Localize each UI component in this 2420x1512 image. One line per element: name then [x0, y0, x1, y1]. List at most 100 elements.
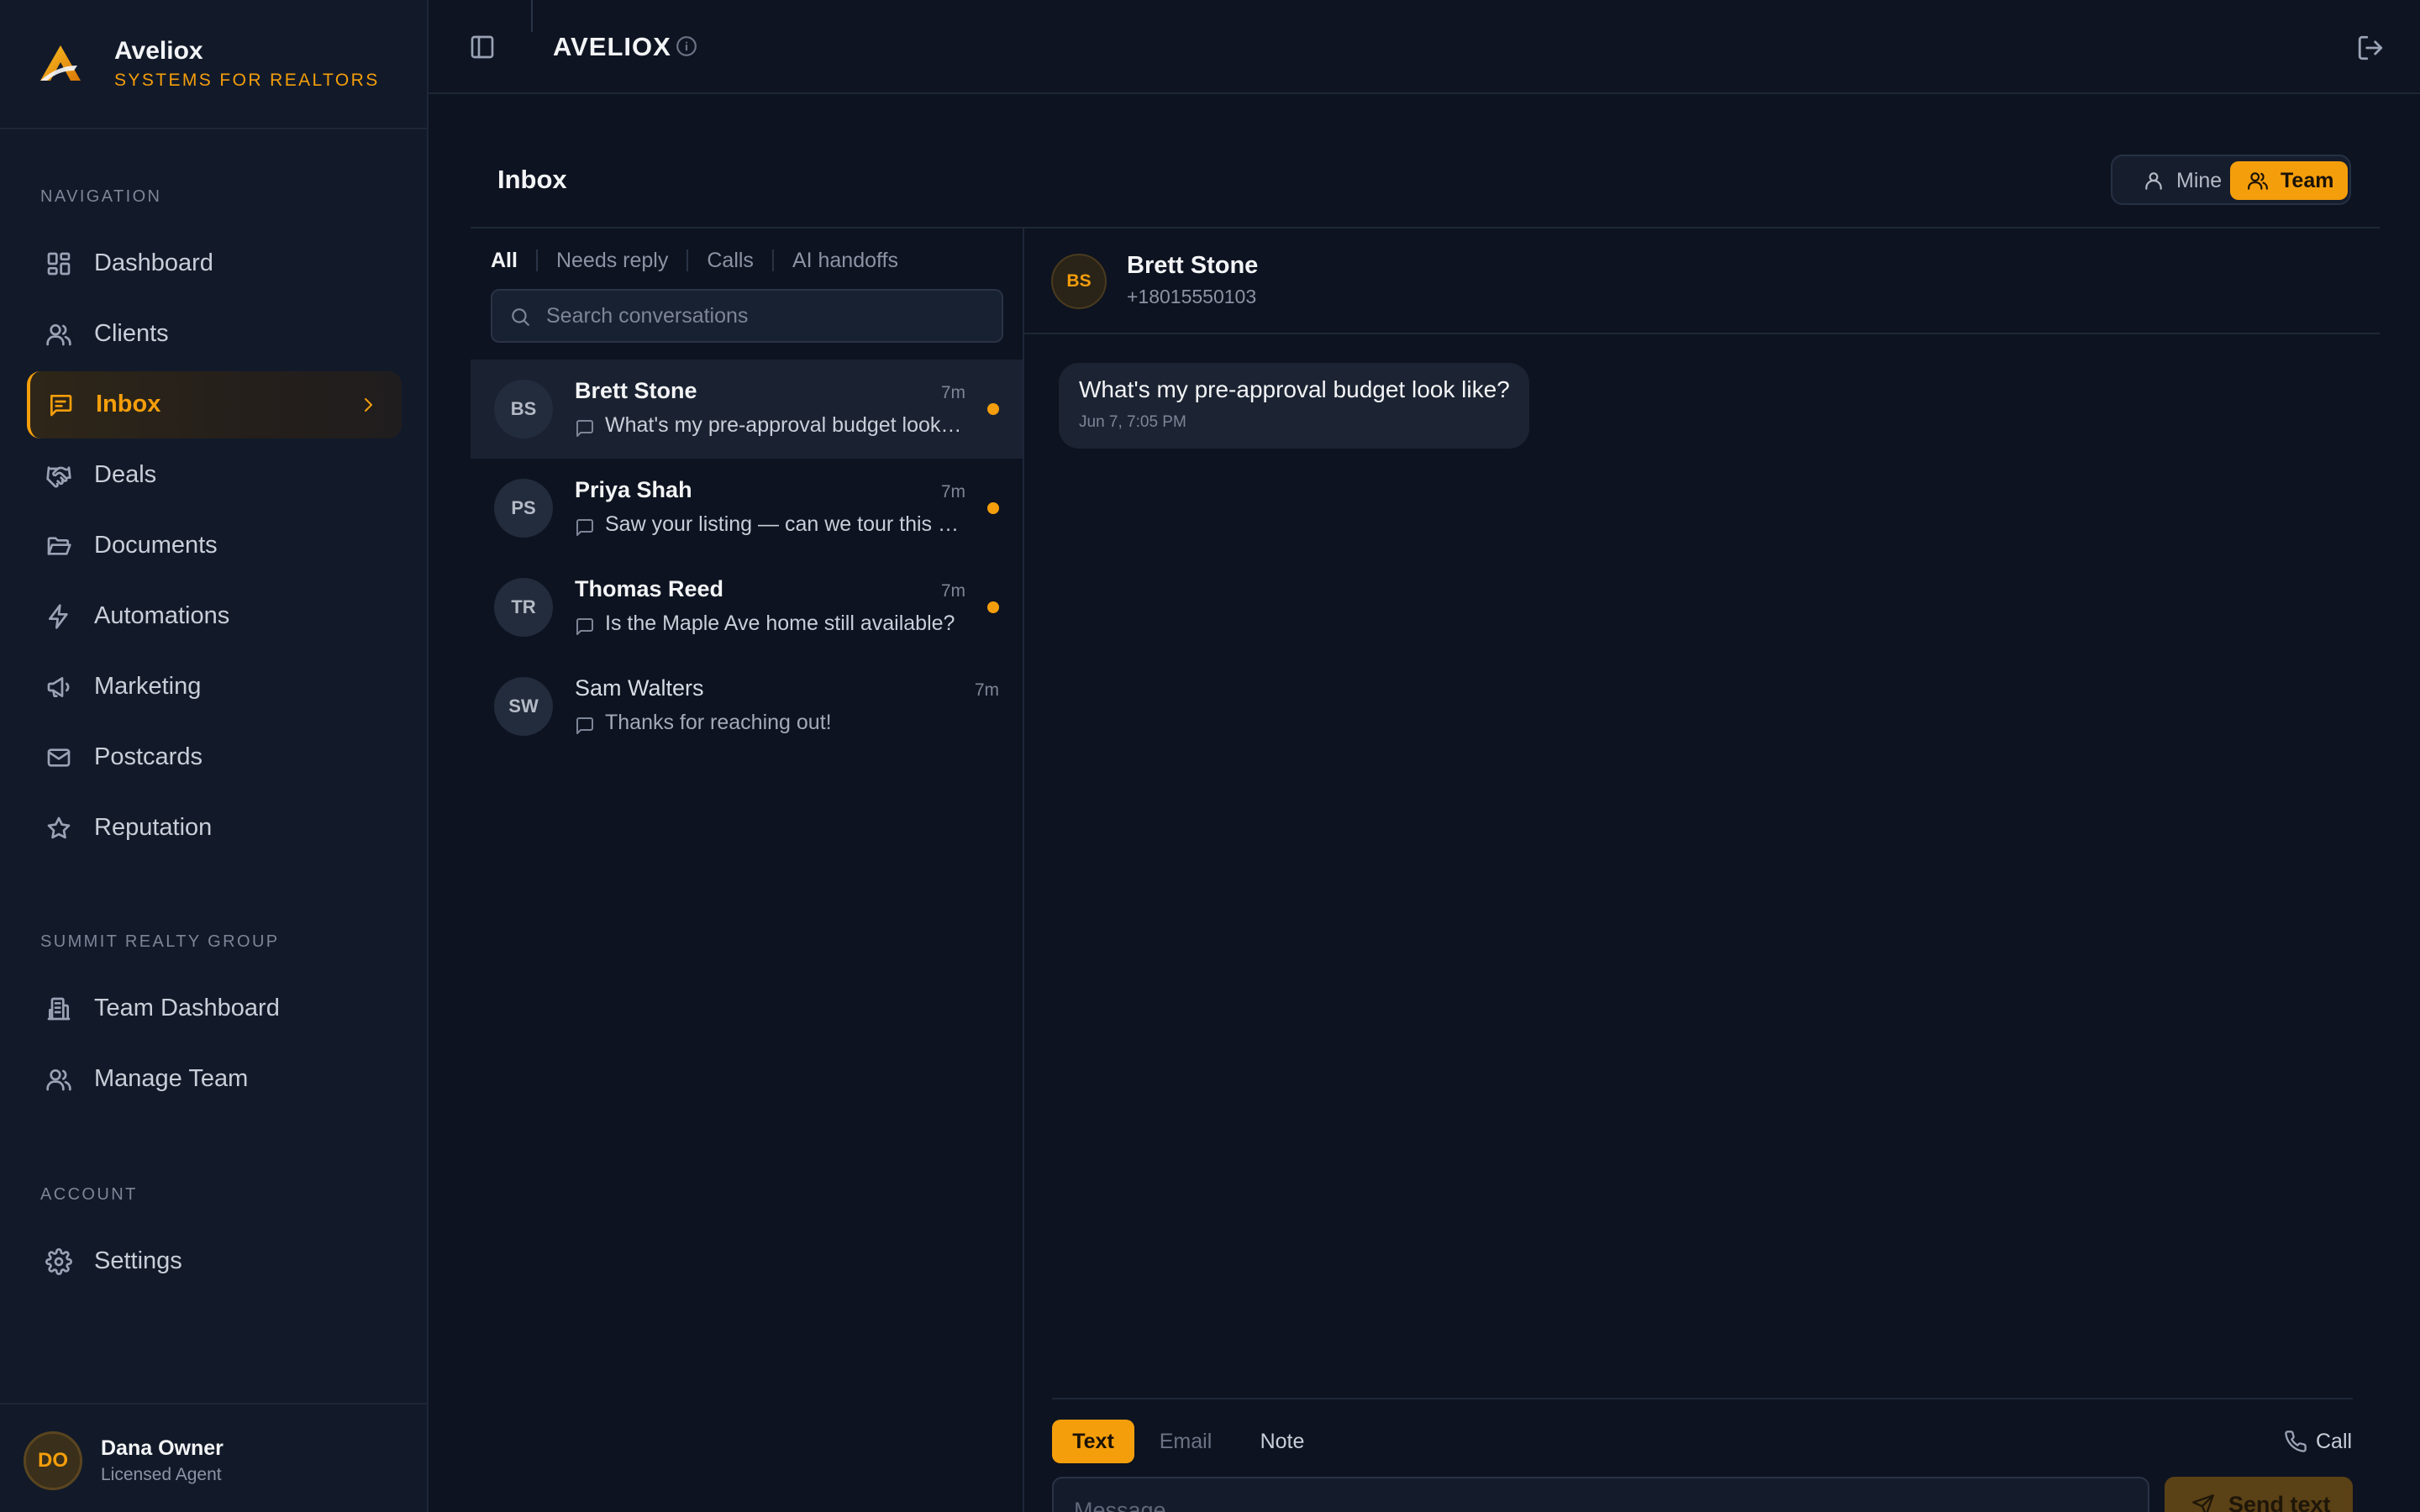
list-column-divider	[1023, 228, 1024, 1512]
conversation-item[interactable]: PS Priya Shah 7m Saw your listing — can …	[471, 459, 1023, 558]
scope-mine-label: Mine	[2176, 168, 2223, 192]
top-bar: AVELIOX	[429, 0, 2420, 94]
conversation-preview: Thanks for reaching out!	[605, 711, 832, 734]
avatar: SW	[494, 677, 553, 736]
scope-team-button[interactable]: Team	[2230, 161, 2348, 200]
zap-icon	[49, 604, 68, 629]
scope-toggle: Mine Team	[2111, 155, 2351, 205]
building-icon	[47, 997, 71, 1021]
sidebar-item-label: Marketing	[94, 673, 202, 700]
call-button[interactable]: Call	[2284, 1425, 2352, 1458]
section-label-team: SUMMIT REALTY GROUP	[40, 932, 280, 951]
message-box	[1052, 1477, 2149, 1512]
sidebar-item-clients[interactable]: Clients	[27, 301, 402, 368]
sidebar-item-label: Postcards	[94, 743, 203, 770]
sidebar-item-label: Team Dashboard	[94, 995, 280, 1021]
star-icon	[47, 816, 71, 839]
section-label-account: ACCOUNT	[40, 1185, 138, 1204]
megaphone-icon	[47, 677, 70, 697]
scope-team-label: Team	[2281, 168, 2334, 192]
sidebar-item-settings[interactable]: Settings	[27, 1228, 402, 1295]
brand-name: Aveliox	[114, 37, 203, 65]
users-icon	[46, 324, 71, 346]
mail-icon	[47, 748, 71, 767]
sidebar-item-inbox[interactable]: Inbox	[27, 371, 402, 438]
conversation-item[interactable]: BS Brett Stone 7m What's my pre-approval…	[471, 360, 1023, 459]
avatar: BS	[494, 380, 553, 438]
page-title: Inbox	[497, 165, 567, 194]
gear-icon	[45, 1248, 72, 1275]
sidebar-item-automations[interactable]: Automations	[27, 583, 402, 650]
message-text: What's my pre-approval budget look like?	[1079, 376, 1510, 402]
avatar: BS	[1051, 254, 1107, 309]
phone-icon	[2285, 1431, 2307, 1452]
conversation-preview: Saw your listing — can we tour this week…	[605, 512, 966, 536]
sidebar-item-reputation[interactable]: Reputation	[27, 795, 402, 862]
sidebar-item-label: Automations	[94, 602, 230, 629]
sidebar-item-documents[interactable]: Documents	[27, 512, 402, 580]
conversation-time: 7m	[974, 680, 999, 700]
sidebar-item-manage-team[interactable]: Manage Team	[27, 1046, 402, 1113]
send-text-label: Send text	[2228, 1492, 2331, 1512]
unread-indicator	[987, 403, 999, 415]
message-input[interactable]	[1074, 1494, 2116, 1512]
sidebar-item-label: Deals	[94, 461, 157, 488]
send-text-button[interactable]: Send text	[2165, 1477, 2353, 1512]
logout-icon[interactable]	[2356, 34, 2385, 62]
user-icon	[2145, 172, 2162, 190]
users-icon	[46, 1069, 71, 1091]
conversation-name: Brett Stone	[575, 378, 697, 403]
brand-tagline: SYSTEMS FOR REALTORS	[114, 71, 380, 90]
composer-tab-email[interactable]: Email	[1144, 1420, 1227, 1463]
message-square-icon	[576, 519, 593, 536]
filter-all[interactable]: All	[491, 249, 518, 273]
conversation-name: Sam Walters	[575, 675, 704, 701]
filter-separator	[687, 249, 689, 271]
filter-ai-handoffs[interactable]: AI handoffs	[792, 249, 898, 273]
sidebar-item-label: Dashboard	[94, 249, 213, 276]
sidebar-item-dashboard[interactable]: Dashboard	[27, 230, 402, 297]
top-divider	[531, 0, 533, 32]
composer-tab-note[interactable]: Note	[1240, 1420, 1324, 1463]
message-square-icon	[576, 618, 593, 635]
filter-separator	[771, 249, 774, 271]
sidebar-item-deals[interactable]: Deals	[27, 442, 402, 509]
info-icon[interactable]	[676, 35, 697, 57]
conversation-time: 7m	[940, 581, 965, 601]
unread-indicator	[987, 601, 999, 613]
message-square-icon	[576, 717, 593, 734]
user-name: Dana Owner	[101, 1436, 224, 1460]
conversation-name: Thomas Reed	[575, 576, 724, 601]
avatar: DO	[24, 1431, 82, 1490]
aveliox-logo-icon	[40, 45, 81, 81]
sidebar-item-label: Reputation	[94, 814, 213, 841]
sidebar-item-marketing[interactable]: Marketing	[27, 654, 402, 721]
grid-icon	[47, 252, 71, 276]
sidebar-item-postcards[interactable]: Postcards	[27, 724, 402, 791]
filter-needs-reply[interactable]: Needs reply	[556, 249, 668, 273]
users-icon	[2248, 172, 2268, 190]
message-timestamp: Jun 7, 7:05 PM	[1079, 413, 1186, 431]
handshake-icon	[46, 466, 71, 488]
sidebar-item-label: Clients	[94, 320, 169, 347]
conversation-preview: What's my pre-approval budget look like?	[605, 413, 966, 437]
conversation-item[interactable]: TR Thomas Reed 7m Is the Maple Ave home …	[471, 558, 1023, 657]
sidebar-item-label: Manage Team	[94, 1065, 249, 1092]
avatar: PS	[494, 479, 553, 538]
scope-mine-button[interactable]: Mine	[2121, 161, 2228, 200]
brand-header: Aveliox SYSTEMS FOR REALTORS	[0, 0, 427, 129]
user-profile[interactable]: DO Dana Owner Licensed Agent	[0, 1403, 427, 1512]
sidebar-item-label: Settings	[94, 1247, 182, 1274]
sidebar-item-label: Documents	[94, 532, 218, 559]
message-bubble: What's my pre-approval budget look like?…	[1059, 363, 1529, 449]
sidebar-toggle-icon[interactable]	[469, 34, 496, 60]
thread-header: BS Brett Stone +18015550103	[1024, 228, 2380, 334]
composer-tab-text[interactable]: Text	[1052, 1420, 1134, 1463]
search-icon	[512, 308, 529, 326]
conversation-item[interactable]: SW Sam Walters 7m Thanks for reaching ou…	[471, 657, 1023, 756]
search-input[interactable]	[546, 299, 983, 333]
sidebar-item-label: Inbox	[96, 391, 161, 417]
avatar: TR	[494, 578, 553, 637]
filter-calls[interactable]: Calls	[707, 249, 754, 273]
sidebar-item-team-dashboard[interactable]: Team Dashboard	[27, 975, 402, 1042]
